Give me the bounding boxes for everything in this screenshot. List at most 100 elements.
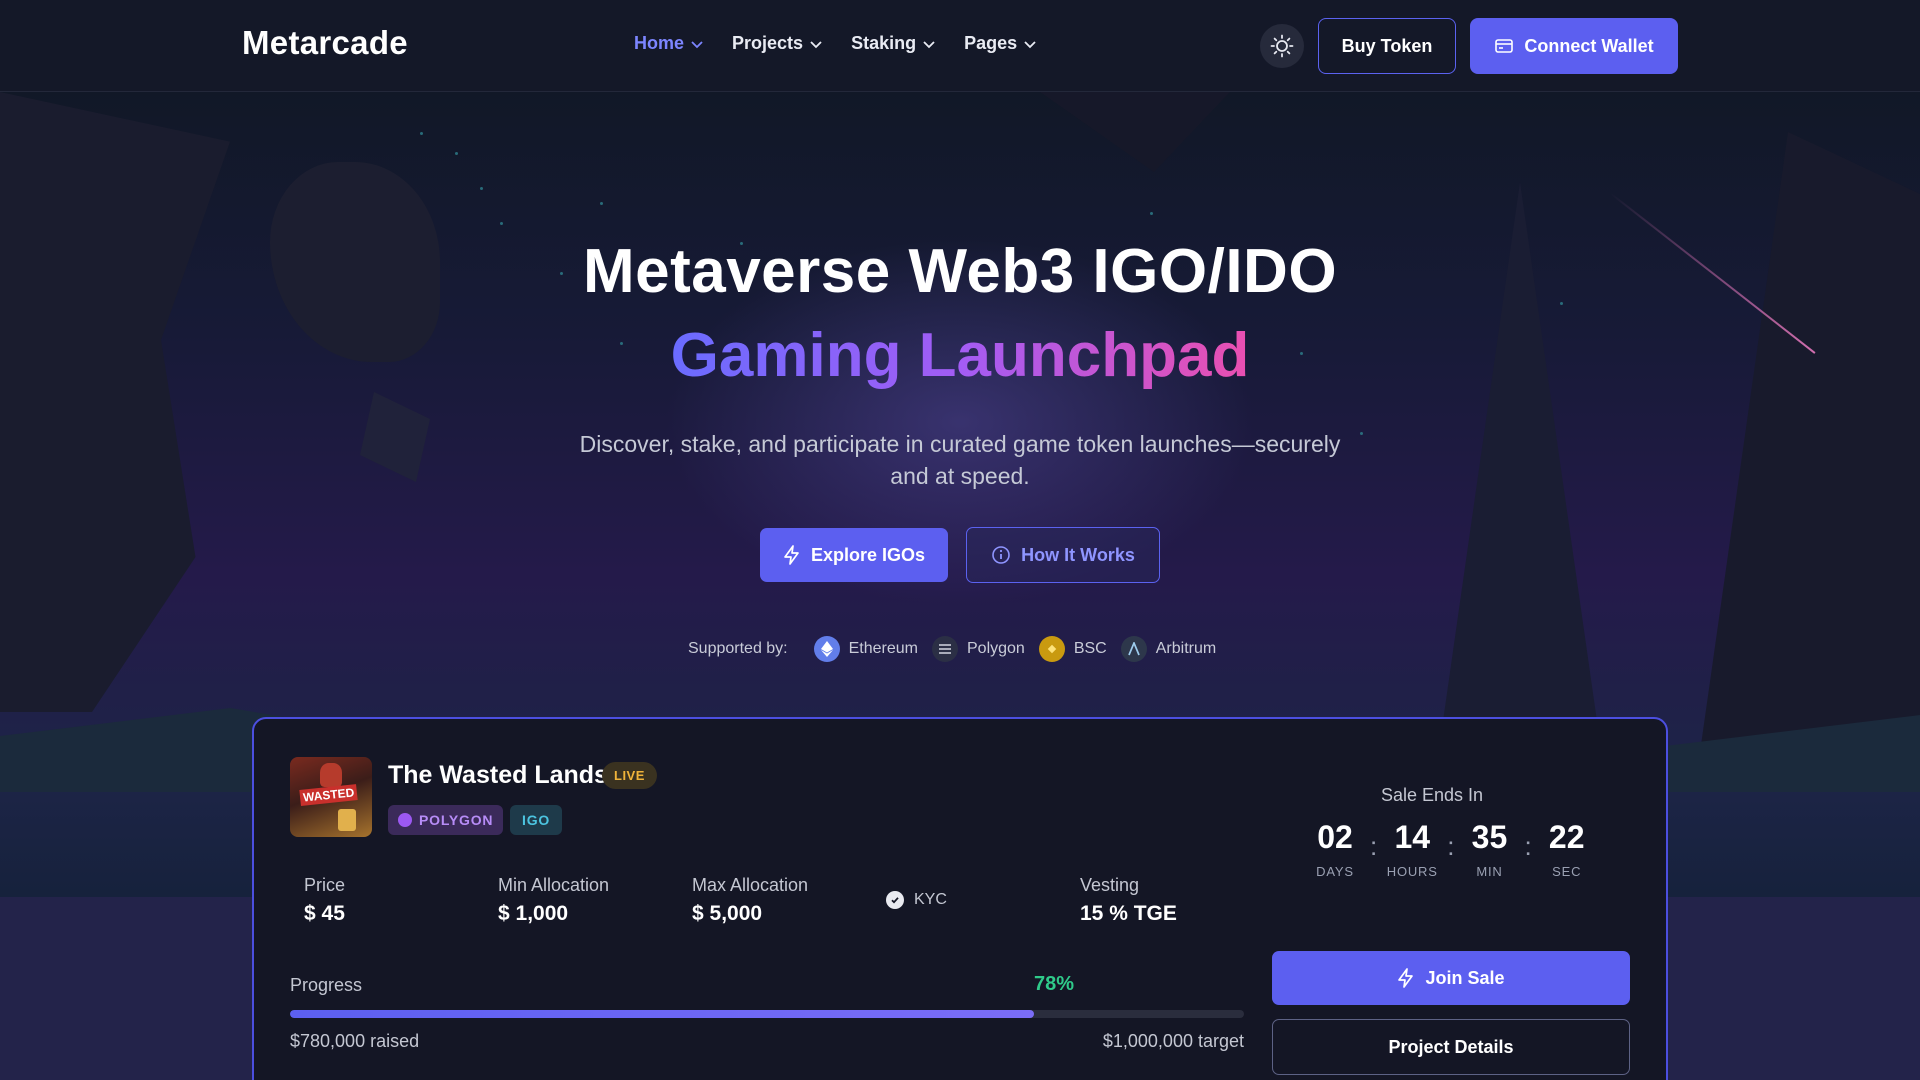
countdown-days: 02 DAYS — [1306, 819, 1364, 879]
check-icon — [886, 891, 904, 909]
lightning-icon — [784, 545, 799, 565]
chevron-down-icon — [691, 40, 703, 48]
countdown-unit-label: SEC — [1552, 864, 1582, 879]
chain-arbitrum: Arbitrum — [1120, 636, 1217, 662]
join-sale-button[interactable]: Join Sale — [1272, 951, 1630, 1005]
chain-tag: POLYGON — [388, 805, 504, 835]
stat-min-allocation: Min Allocation $ 1,000 — [498, 875, 609, 926]
stat-value: $ 1,000 — [498, 902, 569, 925]
nav-item-label: Home — [634, 33, 685, 53]
chain-label: Ethereum — [848, 640, 918, 657]
chain-ethereum: Ethereum — [813, 636, 918, 662]
hero-description: Discover, stake, and participate in cura… — [579, 431, 1341, 489]
countdown-hours: 14 HOURS — [1383, 819, 1441, 879]
countdown-value: 22 — [1548, 819, 1585, 855]
ethereum-icon — [813, 636, 840, 662]
hero-subtitle-text: Gaming Launchpad — [670, 321, 1250, 390]
kyc-indicator: KYC — [886, 891, 947, 909]
project-thumbnail[interactable]: WASTED — [290, 757, 372, 837]
stat-max-allocation: Max Allocation $ 5,000 — [692, 875, 808, 926]
progress-label: Progress — [290, 975, 363, 995]
hero-subtitle: Gaming Launchpad — [0, 320, 1920, 391]
project-name[interactable]: The Wasted Lands — [388, 761, 608, 790]
status-badge: LIVE — [602, 762, 657, 789]
chevron-down-icon — [810, 40, 822, 48]
lightning-icon — [1398, 968, 1414, 988]
arbitrum-icon — [1120, 636, 1147, 662]
countdown-seconds: 22 SEC — [1538, 819, 1596, 879]
chain-label: Polygon — [967, 640, 1025, 657]
project-card: WASTED The Wasted Lands LIVE POLYGON IGO… — [252, 717, 1668, 1080]
countdown-separator: : — [1447, 831, 1455, 861]
countdown-separator: : — [1370, 831, 1378, 861]
buy-token-button[interactable]: Buy Token — [1318, 18, 1456, 74]
wallet-icon — [1495, 39, 1514, 53]
thumbnail-figure — [338, 809, 356, 831]
explore-igos-button[interactable]: Explore IGOs — [760, 528, 948, 582]
join-sale-label: Join Sale — [1425, 967, 1505, 988]
rock-silhouette — [0, 92, 230, 712]
polygon-icon — [932, 636, 958, 662]
progress-percent: 78% — [1033, 973, 1074, 995]
chevron-down-icon — [923, 40, 935, 48]
progress-bar — [290, 1010, 1244, 1018]
progress-fill — [290, 1010, 1035, 1018]
countdown-value: 14 — [1394, 819, 1431, 855]
polygon-dot-icon — [398, 813, 412, 827]
countdown-unit-label: MIN — [1476, 864, 1503, 879]
countdown-value: 02 — [1317, 819, 1353, 855]
stat-price: Price $ 45 — [304, 875, 345, 926]
info-icon — [992, 546, 1010, 564]
rock-silhouette — [1700, 132, 1920, 752]
chain-tag-label: POLYGON — [419, 812, 494, 828]
chevron-down-icon — [1024, 40, 1036, 48]
nav-item-home[interactable]: Home — [634, 33, 704, 54]
countdown-separator: : — [1524, 831, 1532, 861]
chain-label: Arbitrum — [1155, 640, 1217, 657]
target-amount: $1,000,000 target — [1102, 1031, 1244, 1051]
countdown-value: 35 — [1471, 819, 1508, 855]
rock-silhouette — [360, 392, 430, 482]
countdown-timer: 02 DAYS : 14 HOURS : 35 MIN : 22 SEC — [1306, 819, 1596, 879]
supported-chains: Supported by: Ethereum Polygon BSC Arbit… — [688, 636, 1218, 662]
supported-label: Supported by: — [688, 640, 788, 657]
chain-label: BSC — [1073, 640, 1107, 657]
navbar: Metarcade Home Projects Staking Pages Bu… — [0, 0, 1920, 92]
nav-item-label: Projects — [732, 33, 804, 53]
stat-label: Max Allocation — [692, 875, 809, 895]
hero-title: Metaverse Web3 IGO/IDO — [582, 237, 1338, 306]
countdown-unit-label: DAYS — [1316, 864, 1354, 879]
kyc-label: KYC — [914, 891, 947, 908]
chain-bsc: BSC — [1038, 636, 1107, 662]
nav-item-label: Pages — [964, 33, 1018, 53]
raised-amount: $780,000 raised — [290, 1031, 420, 1051]
stat-value: $ 45 — [304, 902, 345, 925]
stat-label: Vesting — [1080, 875, 1140, 895]
rock-silhouette — [1040, 92, 1230, 172]
connect-wallet-button[interactable]: Connect Wallet — [1470, 18, 1678, 74]
type-tag: IGO — [510, 805, 563, 835]
stat-label: Price — [304, 875, 346, 895]
nav-item-pages[interactable]: Pages — [964, 33, 1037, 54]
thumbnail-figure — [320, 763, 342, 787]
logo[interactable]: Metarcade — [242, 24, 408, 62]
bsc-icon — [1038, 636, 1065, 662]
sale-ends-title: Sale Ends In — [1380, 785, 1484, 805]
countdown-unit-label: HOURS — [1386, 864, 1438, 879]
nav-item-label: Staking — [851, 33, 917, 53]
countdown-minutes: 35 MIN — [1460, 819, 1518, 879]
project-details-button[interactable]: Project Details — [1272, 1019, 1630, 1075]
stat-vesting: Vesting 15 % TGE — [1080, 875, 1177, 926]
nav-links: Home Projects Staking Pages — [634, 33, 1037, 54]
explore-igos-label: Explore IGOs — [810, 544, 926, 565]
how-it-works-button[interactable]: How It Works — [966, 527, 1160, 583]
stat-label: Min Allocation — [498, 875, 610, 895]
nav-item-staking[interactable]: Staking — [851, 33, 936, 54]
theme-toggle-button[interactable] — [1260, 24, 1304, 68]
chain-polygon: Polygon — [932, 636, 1025, 662]
nav-item-projects[interactable]: Projects — [732, 33, 823, 54]
stat-value: $ 5,000 — [692, 902, 763, 925]
how-it-works-label: How It Works — [1021, 544, 1135, 565]
sun-icon — [1270, 34, 1294, 58]
connect-wallet-label: Connect Wallet — [1524, 35, 1654, 56]
